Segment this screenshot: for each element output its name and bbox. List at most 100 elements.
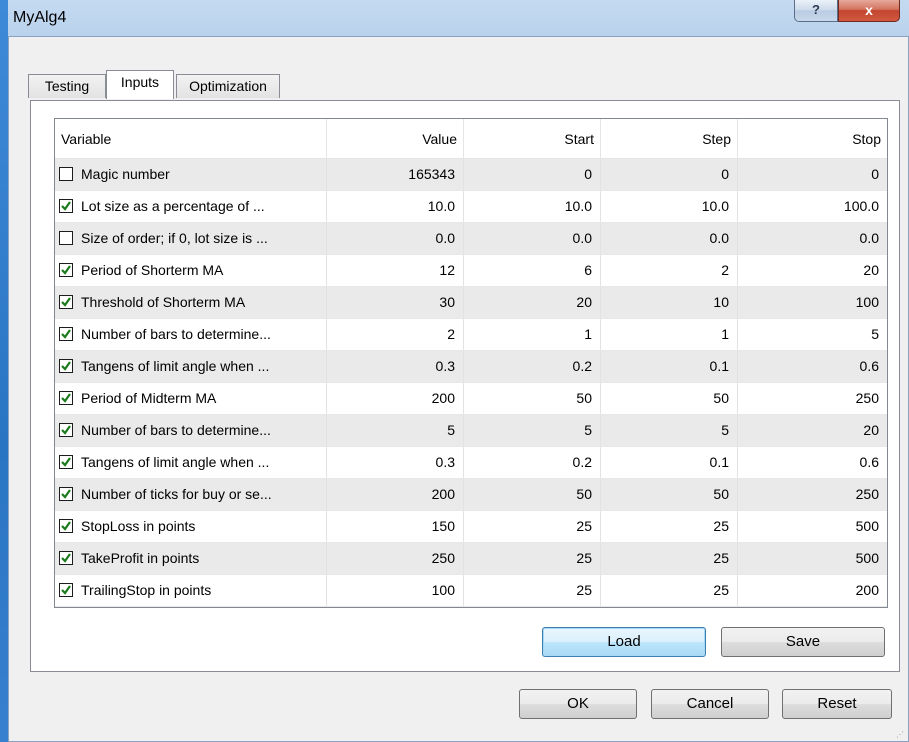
table-row[interactable]: Threshold of Shorterm MA 30 20 10 100	[55, 287, 887, 319]
checked-checkbox[interactable]	[59, 455, 73, 469]
start-cell[interactable]: 50	[464, 383, 601, 414]
step-cell[interactable]: 0.0	[601, 223, 738, 254]
table-row[interactable]: StopLoss in points 150 25 25 500	[55, 511, 887, 543]
step-cell[interactable]: 0	[601, 159, 738, 190]
checked-checkbox[interactable]	[59, 519, 73, 533]
checked-checkbox[interactable]	[59, 391, 73, 405]
checked-checkbox[interactable]	[59, 359, 73, 373]
start-cell[interactable]: 6	[464, 255, 601, 286]
value-cell[interactable]: 0.3	[327, 351, 464, 382]
ok-button[interactable]: OK	[519, 689, 637, 719]
stop-cell[interactable]: 200	[738, 575, 887, 606]
stop-cell[interactable]: 5	[738, 319, 887, 350]
value-cell[interactable]: 2	[327, 319, 464, 350]
value-cell[interactable]: 10.0	[327, 191, 464, 222]
checked-checkbox[interactable]	[59, 487, 73, 501]
checked-checkbox[interactable]	[59, 583, 73, 597]
start-cell[interactable]: 5	[464, 415, 601, 446]
stop-cell[interactable]: 0.0	[738, 223, 887, 254]
step-cell[interactable]: 25	[601, 575, 738, 606]
value-cell[interactable]: 165343	[327, 159, 464, 190]
stop-cell[interactable]: 20	[738, 415, 887, 446]
value-cell[interactable]: 0.3	[327, 447, 464, 478]
start-cell[interactable]: 50	[464, 479, 601, 510]
start-cell[interactable]: 20	[464, 287, 601, 318]
stop-cell[interactable]: 100	[738, 287, 887, 318]
table-row[interactable]: Period of Shorterm MA 12 6 2 20	[55, 255, 887, 287]
start-cell[interactable]: 0.0	[464, 223, 601, 254]
step-cell[interactable]: 25	[601, 511, 738, 542]
stop-cell[interactable]: 0.6	[738, 351, 887, 382]
step-cell[interactable]: 5	[601, 415, 738, 446]
column-header-variable[interactable]: Variable	[55, 119, 327, 159]
step-cell[interactable]: 10.0	[601, 191, 738, 222]
value-cell[interactable]: 150	[327, 511, 464, 542]
table-row[interactable]: Tangens of limit angle when ... 0.3 0.2 0.1…	[55, 351, 887, 383]
table-row[interactable]: Number of ticks for buy or se... 200 50 50 2…	[55, 479, 887, 511]
checked-checkbox[interactable]	[59, 263, 73, 277]
start-cell[interactable]: 0.2	[464, 447, 601, 478]
start-cell[interactable]: 25	[464, 575, 601, 606]
unchecked-checkbox[interactable]	[59, 167, 73, 181]
save-button[interactable]: Save	[721, 627, 885, 657]
table-row[interactable]: Number of bars to determine... 2 1 1 5	[55, 319, 887, 351]
stop-cell[interactable]: 20	[738, 255, 887, 286]
value-cell[interactable]: 12	[327, 255, 464, 286]
stop-cell[interactable]: 500	[738, 511, 887, 542]
table-row[interactable]: TrailingStop in points 100 25 25 200	[55, 575, 887, 607]
value-cell[interactable]: 5	[327, 415, 464, 446]
tab-inputs[interactable]: Inputs	[106, 70, 174, 99]
checked-checkbox[interactable]	[59, 327, 73, 341]
step-cell[interactable]: 50	[601, 383, 738, 414]
stop-cell[interactable]: 250	[738, 479, 887, 510]
tab-testing[interactable]: Testing	[28, 74, 106, 98]
step-cell[interactable]: 0.1	[601, 351, 738, 382]
step-cell[interactable]: 10	[601, 287, 738, 318]
checked-checkbox[interactable]	[59, 551, 73, 565]
checked-checkbox[interactable]	[59, 295, 73, 309]
start-cell[interactable]: 25	[464, 543, 601, 574]
start-cell[interactable]: 0	[464, 159, 601, 190]
value-cell[interactable]: 250	[327, 543, 464, 574]
checked-checkbox[interactable]	[59, 199, 73, 213]
step-cell[interactable]: 0.1	[601, 447, 738, 478]
value-cell[interactable]: 30	[327, 287, 464, 318]
start-cell[interactable]: 1	[464, 319, 601, 350]
value-cell[interactable]: 200	[327, 479, 464, 510]
step-cell[interactable]: 25	[601, 543, 738, 574]
column-header-stop[interactable]: Stop	[738, 119, 887, 159]
stop-cell[interactable]: 0.6	[738, 447, 887, 478]
close-button[interactable]: x	[838, 0, 900, 22]
titlebar[interactable]: MyAlg4 ? x	[0, 0, 909, 36]
step-cell[interactable]: 2	[601, 255, 738, 286]
help-button[interactable]: ?	[794, 0, 838, 22]
column-header-start[interactable]: Start	[464, 119, 601, 159]
table-row[interactable]: Tangens of limit angle when ... 0.3 0.2 0.1…	[55, 447, 887, 479]
stop-cell[interactable]: 250	[738, 383, 887, 414]
table-row[interactable]: Magic number 165343 0 0 0	[55, 159, 887, 191]
tab-optimization[interactable]: Optimization	[176, 74, 280, 98]
unchecked-checkbox[interactable]	[59, 231, 73, 245]
step-cell[interactable]: 50	[601, 479, 738, 510]
value-cell[interactable]: 100	[327, 575, 464, 606]
start-cell[interactable]: 0.2	[464, 351, 601, 382]
resize-grip-icon[interactable]: ⋰	[896, 730, 904, 739]
stop-cell[interactable]: 100.0	[738, 191, 887, 222]
start-cell[interactable]: 25	[464, 511, 601, 542]
start-cell[interactable]: 10.0	[464, 191, 601, 222]
stop-cell[interactable]: 500	[738, 543, 887, 574]
reset-button[interactable]: Reset	[782, 689, 892, 719]
table-row[interactable]: Lot size as a percentage of ... 10.0 10.0 1…	[55, 191, 887, 223]
table-row[interactable]: TakeProfit in points 250 25 25 500	[55, 543, 887, 575]
cancel-button[interactable]: Cancel	[651, 689, 769, 719]
table-row[interactable]: Size of order; if 0, lot size is ... 0.0 0…	[55, 223, 887, 255]
column-header-step[interactable]: Step	[601, 119, 738, 159]
stop-cell[interactable]: 0	[738, 159, 887, 190]
value-cell[interactable]: 0.0	[327, 223, 464, 254]
table-row[interactable]: Period of Midterm MA 200 50 50 250	[55, 383, 887, 415]
column-header-value[interactable]: Value	[327, 119, 464, 159]
value-cell[interactable]: 200	[327, 383, 464, 414]
table-row[interactable]: Number of bars to determine... 5 5 5 20	[55, 415, 887, 447]
step-cell[interactable]: 1	[601, 319, 738, 350]
checked-checkbox[interactable]	[59, 423, 73, 437]
